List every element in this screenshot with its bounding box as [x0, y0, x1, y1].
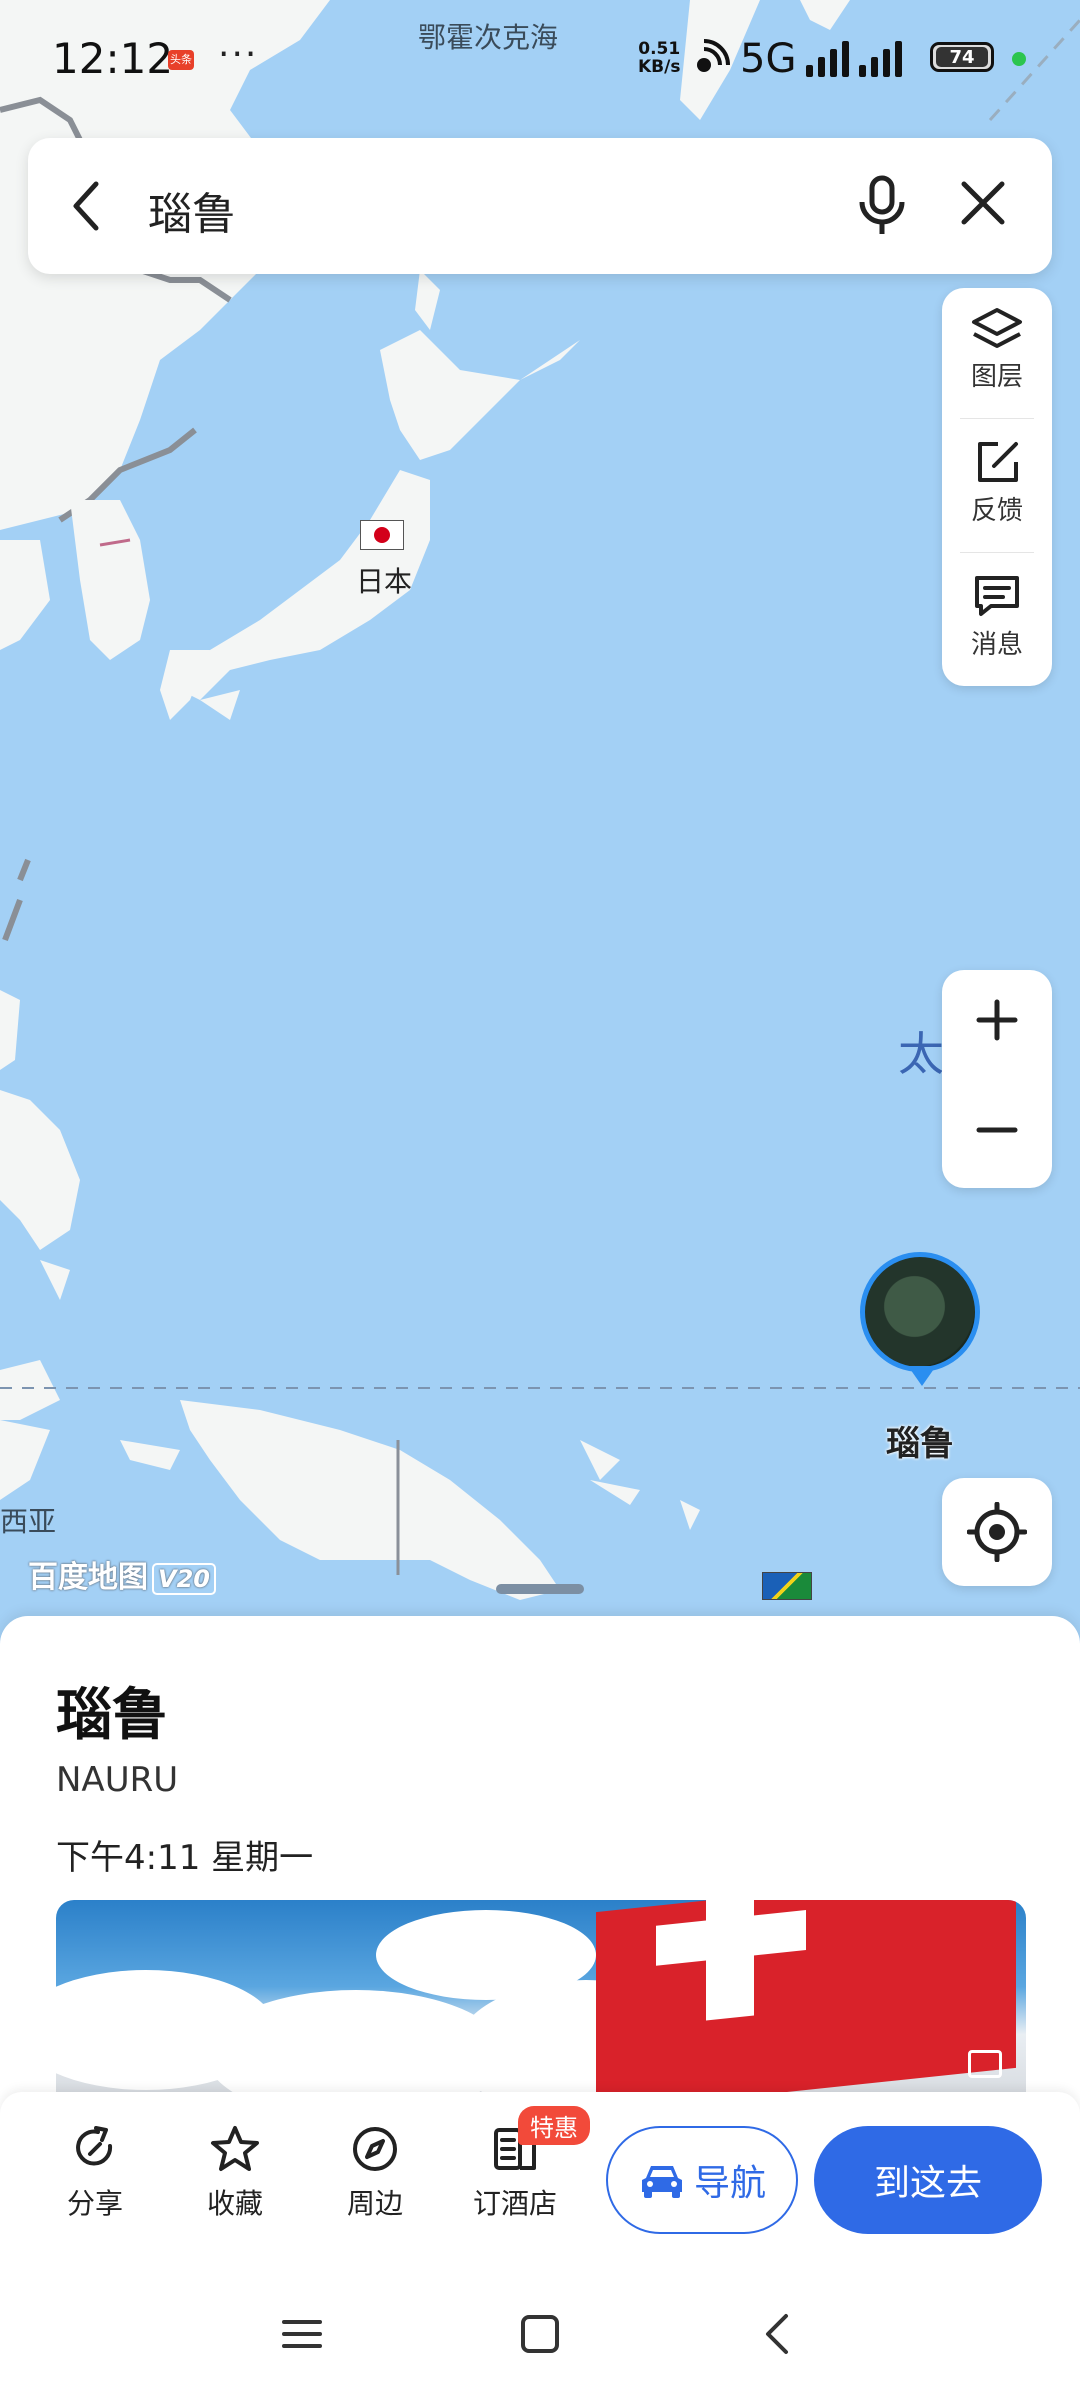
- network-speed-unit: KB/s: [638, 57, 681, 77]
- nauru-marker-label[interactable]: 瑙鲁: [886, 1416, 954, 1465]
- favorite-button[interactable]: 收藏: [180, 2124, 290, 2222]
- privacy-indicator-icon: [1012, 52, 1026, 66]
- logo-version: V20: [152, 1563, 216, 1595]
- divider: [960, 418, 1034, 419]
- zoom-controls: [942, 970, 1052, 1188]
- messages-button[interactable]: 消息: [942, 554, 1052, 684]
- car-icon: [641, 2166, 682, 2198]
- favorite-label: 收藏: [206, 2187, 263, 2220]
- zoom-out-button[interactable]: [942, 1080, 1052, 1188]
- nearby-button[interactable]: 周边: [320, 2124, 430, 2222]
- star-icon: [211, 2126, 259, 2171]
- news-notification-icon: 头条: [168, 50, 194, 70]
- close-icon[interactable]: [958, 178, 1008, 228]
- layers-icon: [972, 308, 1022, 348]
- zoom-in-button[interactable]: [942, 970, 1052, 1078]
- system-navigation-bar: [0, 2270, 1080, 2400]
- network-speed-value: 0.51: [638, 39, 681, 59]
- deal-badge: 特惠: [518, 2106, 590, 2145]
- more-notifications-icon: ···: [218, 34, 259, 75]
- map-label-edge: 西亚: [0, 1505, 57, 1538]
- search-query[interactable]: 瑙鲁: [148, 178, 236, 242]
- menu-icon[interactable]: [280, 2312, 324, 2356]
- map-label-japan[interactable]: 日本: [356, 560, 412, 600]
- microphone-icon[interactable]: [854, 174, 910, 238]
- logo-text: 百度地图: [28, 1560, 148, 1595]
- japan-flag-icon: [360, 520, 404, 550]
- navigate-button[interactable]: 导航: [606, 2126, 798, 2234]
- hotel-label: 订酒店: [472, 2187, 557, 2220]
- feedback-label: 反馈: [970, 496, 1023, 526]
- share-label: 分享: [66, 2187, 123, 2220]
- marker-tip: [908, 1366, 936, 1386]
- divider: [960, 552, 1034, 553]
- share-icon: [76, 2126, 113, 2166]
- back-icon[interactable]: [756, 2312, 800, 2356]
- signal-indicators: 5G: [690, 36, 903, 82]
- layers-label: 图层: [970, 362, 1023, 392]
- go-here-label: 到这去: [873, 2163, 982, 2204]
- my-location-button[interactable]: [942, 1478, 1052, 1586]
- place-title: 瑙鲁: [56, 1683, 168, 1748]
- layers-button[interactable]: 图层: [942, 288, 1052, 418]
- status-time: 12:12: [52, 34, 174, 83]
- map-label-ocean: 太: [898, 1027, 944, 1081]
- nauru-satellite-thumbnail: [860, 1252, 980, 1372]
- place-subtitle: NAURU: [56, 1760, 179, 1800]
- messages-label: 消息: [970, 630, 1023, 660]
- battery-icon: 74: [930, 42, 994, 72]
- back-arrow-icon[interactable]: [68, 178, 104, 234]
- share-button[interactable]: 分享: [40, 2124, 150, 2222]
- minus-icon: [976, 1127, 1018, 1133]
- signal-strength-2-icon: [859, 41, 903, 77]
- battery-level: 74: [936, 47, 988, 68]
- baidu-map-logo: 百度地图 V20: [28, 1552, 216, 1596]
- feedback-icon: [978, 442, 1018, 482]
- feedback-button[interactable]: 反馈: [942, 420, 1052, 550]
- message-icon: [975, 576, 1019, 616]
- status-bar: 12:12 头条 ··· 0.51 KB/s 5G 74: [0, 0, 1080, 110]
- place-local-time: 下午4:11 星期一: [56, 1838, 314, 1878]
- network-speed: 0.51 KB/s: [638, 40, 680, 76]
- locate-crosshair-icon: [967, 1502, 1027, 1562]
- solomon-islands-flag-icon: [762, 1572, 812, 1600]
- gallery-icon[interactable]: [968, 2050, 1002, 2078]
- plus-icon: [976, 999, 1018, 1041]
- network-type: 5G: [740, 36, 797, 82]
- go-here-button[interactable]: 到这去: [814, 2126, 1042, 2234]
- nauru-map-marker[interactable]: [860, 1252, 988, 1402]
- photo-swiss-flag: [596, 1900, 1016, 2092]
- navigate-label: 导航: [693, 2163, 766, 2204]
- place-photo[interactable]: [56, 1900, 1026, 2092]
- home-icon[interactable]: [518, 2312, 562, 2356]
- compass-icon: [353, 2127, 397, 2171]
- search-bar[interactable]: 瑙鲁: [28, 138, 1052, 274]
- signal-strength-1-icon: [806, 41, 850, 77]
- nearby-label: 周边: [346, 2187, 403, 2220]
- map-tools-panel: 图层 反馈 消息: [942, 288, 1052, 686]
- hotspot-icon: [697, 39, 730, 72]
- sheet-drag-handle[interactable]: [496, 1584, 584, 1594]
